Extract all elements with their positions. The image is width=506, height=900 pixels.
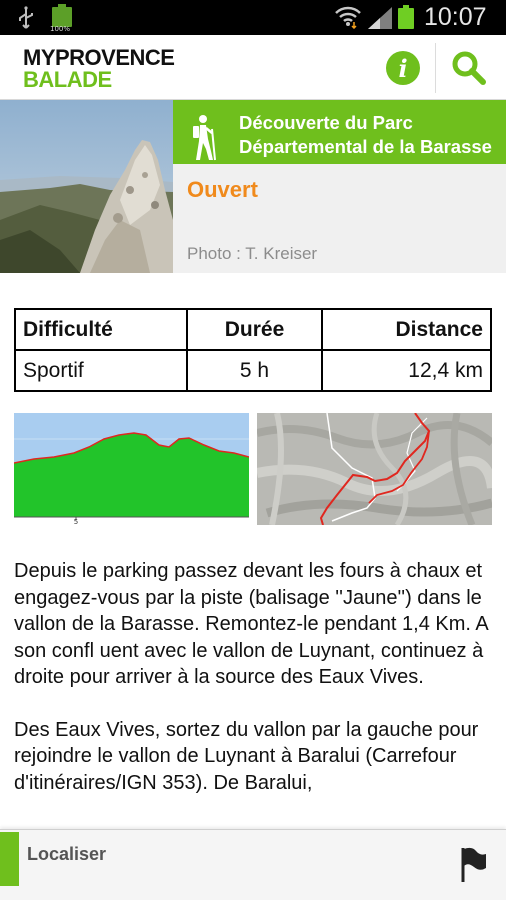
status-bar: 100% 10:07 bbox=[0, 0, 506, 35]
photo-credit: Photo : T. Kreiser bbox=[187, 244, 318, 263]
header-distance: Distance bbox=[321, 308, 492, 351]
logo-line2: BALADE bbox=[23, 67, 112, 92]
localiser-accent bbox=[0, 832, 19, 886]
description-paragraph: Depuis le parking passez devant les four… bbox=[14, 560, 488, 688]
hike-title-line1: Découverte du Parc bbox=[239, 112, 413, 133]
header-duration: Durée bbox=[186, 308, 323, 351]
table-header-row: Difficulté Durée Distance bbox=[14, 308, 492, 351]
info-icon: i bbox=[398, 54, 408, 83]
hike-hero: Découverte du Parc Départemental de la B… bbox=[0, 100, 506, 273]
usb-icon bbox=[19, 6, 33, 29]
hiker-icon bbox=[193, 115, 216, 161]
title-band: Découverte du Parc Départemental de la B… bbox=[173, 100, 506, 164]
battery-icon bbox=[398, 5, 414, 29]
flag-icon[interactable] bbox=[458, 846, 488, 882]
clock: 10:07 bbox=[424, 3, 487, 31]
battery-full-icon: 100% bbox=[50, 4, 72, 33]
battery-percent: 100% bbox=[50, 25, 71, 33]
header-difficulty: Difficulté bbox=[14, 308, 188, 351]
info-button[interactable]: i bbox=[386, 51, 420, 85]
status-label: Ouvert bbox=[187, 177, 258, 202]
header-divider bbox=[435, 43, 436, 93]
table-row: Sportif 5 h 12,4 km bbox=[14, 349, 492, 392]
description-paragraph: Des Eaux Vives, sortez du vallon par la … bbox=[14, 718, 479, 794]
route-map-thumbnail[interactable] bbox=[257, 413, 492, 525]
hike-description: Depuis le parking passez devant les four… bbox=[14, 558, 494, 822]
value-difficulty: Sportif bbox=[14, 349, 188, 392]
elevation-profile-thumbnail[interactable]: 5 bbox=[14, 413, 249, 525]
value-duration: 5 h bbox=[186, 349, 323, 392]
app-header: MYPROVENCE BALADE i bbox=[0, 35, 506, 100]
search-icon[interactable] bbox=[450, 49, 488, 87]
hike-title: Découverte du Parc Départemental de la B… bbox=[239, 111, 492, 159]
profile-axis-tick: 5 bbox=[74, 518, 78, 525]
signal-icon bbox=[368, 7, 392, 29]
hike-photo[interactable] bbox=[0, 100, 173, 273]
wifi-icon bbox=[335, 6, 361, 29]
hike-info-table: Difficulté Durée Distance Sportif 5 h 12… bbox=[14, 308, 492, 392]
value-distance: 12,4 km bbox=[321, 349, 492, 392]
localiser-bar[interactable]: Localiser bbox=[0, 829, 506, 900]
hike-title-line2: Départemental de la Barasse bbox=[239, 136, 492, 157]
localiser-label[interactable]: Localiser bbox=[27, 844, 106, 865]
